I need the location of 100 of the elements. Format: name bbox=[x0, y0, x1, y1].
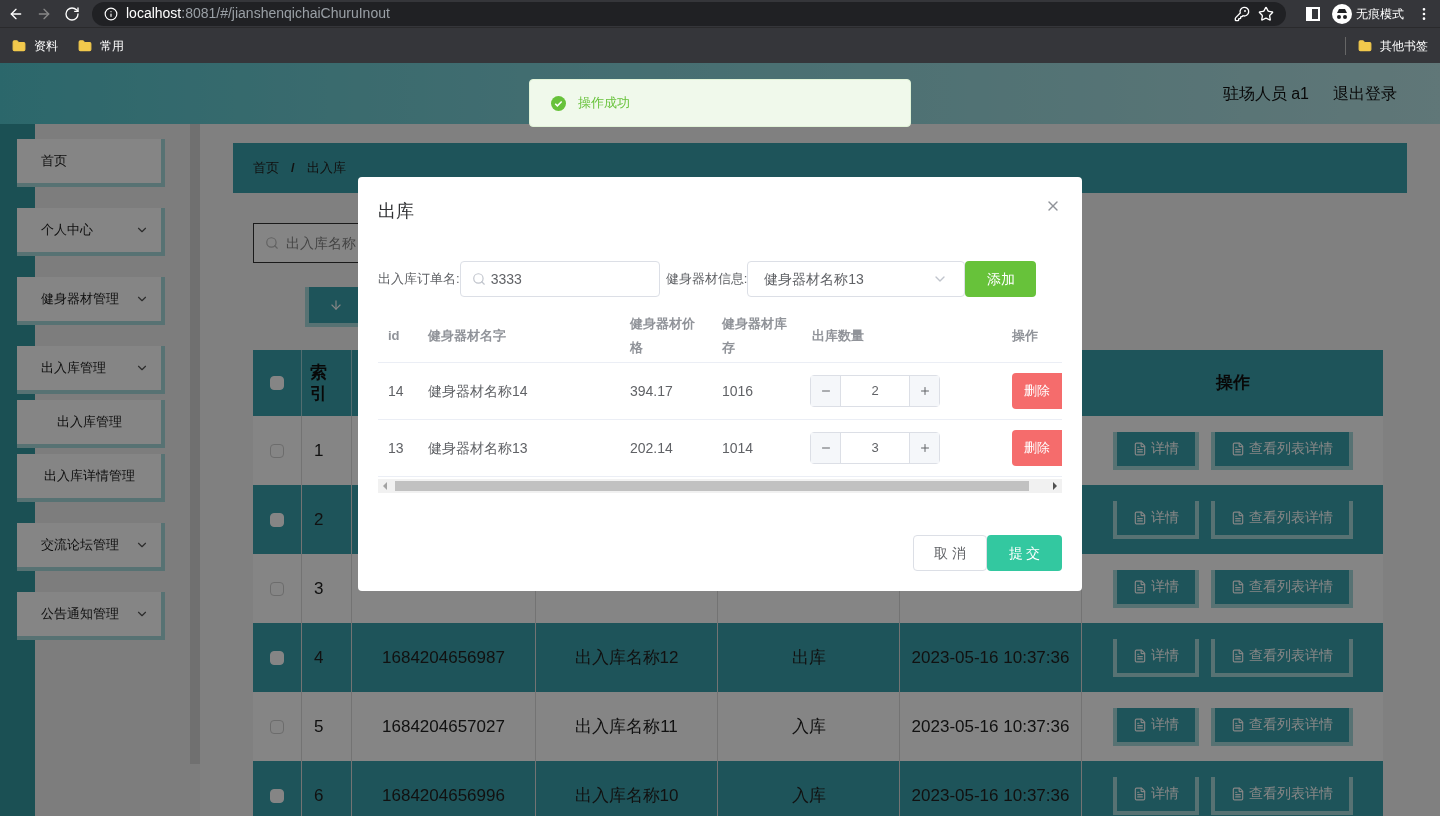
search-icon bbox=[265, 236, 279, 250]
document-icon bbox=[1230, 441, 1245, 456]
star-icon[interactable] bbox=[1258, 5, 1274, 22]
key-icon[interactable] bbox=[1234, 5, 1250, 22]
table-cell-text: 健身器材名称13 bbox=[428, 438, 528, 458]
bookmark[interactable]: 其他书签 bbox=[1345, 36, 1428, 55]
arrow-down-icon bbox=[329, 298, 343, 312]
folder-icon bbox=[1358, 38, 1372, 53]
column-header: 操作 bbox=[1012, 327, 1038, 345]
column-header: id bbox=[388, 327, 400, 345]
submit-button[interactable]: 提 交 bbox=[987, 535, 1062, 571]
column-header: 出库数量 bbox=[812, 327, 864, 345]
action-button[interactable]: 详情 bbox=[1112, 776, 1199, 815]
check-circle-icon bbox=[551, 95, 566, 111]
action-button[interactable]: 查看列表详情 bbox=[1210, 431, 1353, 470]
document-icon bbox=[1132, 786, 1147, 801]
sidebar-item[interactable]: 个人中心 bbox=[17, 208, 165, 256]
table-cell-text: 1016 bbox=[722, 381, 754, 401]
table-cell-text: 13 bbox=[388, 438, 404, 458]
search-icon bbox=[471, 272, 486, 286]
column-header: 健身器材库存 bbox=[722, 315, 788, 357]
action-button[interactable]: 详情 bbox=[1112, 569, 1199, 608]
cancel-button[interactable]: 取 消 bbox=[913, 535, 987, 571]
order-name-field[interactable]: 3333 bbox=[459, 261, 660, 297]
action-button[interactable]: 查看列表详情 bbox=[1210, 776, 1353, 815]
breadcrumb-link[interactable]: 首页 bbox=[253, 158, 279, 178]
table-cell-text: 4 bbox=[314, 646, 324, 669]
table-cell-text: 394.17 bbox=[630, 381, 673, 401]
url-path: :8081/#/jianshenqichaiChuruInout bbox=[181, 4, 390, 23]
document-icon bbox=[1132, 441, 1147, 456]
quantity-stepper[interactable]: 2 bbox=[810, 375, 940, 407]
bookmark[interactable]: 常用 bbox=[78, 36, 124, 55]
document-icon bbox=[1230, 579, 1245, 594]
checkbox[interactable] bbox=[270, 719, 284, 734]
sidebar-item[interactable]: 公告通知管理 bbox=[17, 592, 165, 640]
delete-button[interactable]: 删除 bbox=[1012, 430, 1062, 466]
table-cell-text: 2 bbox=[314, 508, 324, 531]
incognito-label: 无痕模式 bbox=[1356, 5, 1404, 23]
action-button[interactable]: 查看列表详情 bbox=[1210, 707, 1353, 746]
table-cell-text: 1684204657027 bbox=[382, 715, 505, 738]
action-button[interactable]: 查看列表详情 bbox=[1210, 500, 1353, 539]
breadcrumb-current: 出入库 bbox=[306, 159, 346, 178]
table-cell-text: 出入库名称11 bbox=[575, 715, 678, 738]
quantity-stepper[interactable]: 3 bbox=[810, 432, 940, 464]
table-cell-text: 5 bbox=[314, 715, 324, 738]
table-cell-text: 入库 bbox=[791, 715, 826, 738]
action-button[interactable]: 详情 bbox=[1112, 707, 1199, 746]
table-cell-text: 2023-05-16 10:37:36 bbox=[911, 715, 1070, 738]
table-cell-text: 2023-05-16 10:37:36 bbox=[911, 784, 1070, 807]
action-button[interactable]: 详情 bbox=[1112, 431, 1199, 470]
action-button[interactable]: 详情 bbox=[1112, 500, 1199, 539]
plus-icon[interactable] bbox=[918, 442, 931, 454]
table-cell-text: 入库 bbox=[791, 784, 826, 807]
delete-button[interactable]: 删除 bbox=[1012, 373, 1062, 409]
table-cell-text: 1684204656996 bbox=[382, 784, 505, 807]
dialog-title: 出库 bbox=[378, 200, 414, 223]
sidebar-item[interactable]: 交流论坛管理 bbox=[17, 523, 165, 571]
sidebar-item[interactable]: 健身器材管理 bbox=[17, 277, 165, 325]
document-icon bbox=[1132, 648, 1147, 663]
folder-icon bbox=[78, 38, 92, 53]
document-icon bbox=[1230, 786, 1245, 801]
plus-icon[interactable] bbox=[918, 385, 931, 397]
table-cell-text: 2023-05-16 10:37:36 bbox=[911, 646, 1070, 669]
table-cell-text: 3 bbox=[314, 577, 324, 600]
checkbox[interactable] bbox=[270, 581, 284, 596]
submenu-item[interactable]: 出入库详情管理 bbox=[17, 454, 165, 502]
table-cell-text: 1684204656987 bbox=[382, 646, 505, 669]
submenu-item[interactable]: 出入库管理 bbox=[17, 400, 165, 448]
action-button[interactable]: 查看列表详情 bbox=[1210, 638, 1353, 677]
action-button[interactable]: 详情 bbox=[1112, 638, 1199, 677]
table-cell-text: 出入库名称10 bbox=[574, 784, 679, 807]
table-cell-text: 健身器材名称14 bbox=[428, 381, 528, 401]
table-cell-text: 14 bbox=[388, 381, 404, 401]
address-bar[interactable]: localhost:8081/#/jianshenqichaiChuruInout bbox=[92, 1, 1286, 26]
logout-link[interactable]: 退出登录 bbox=[1333, 81, 1397, 106]
column-header: 健身器材名字 bbox=[428, 327, 506, 345]
breadcrumb-separator: / bbox=[291, 159, 295, 178]
sidebar-item[interactable]: 出入库管理 bbox=[17, 346, 165, 394]
reload-icon[interactable] bbox=[64, 5, 80, 22]
field-label: 健身器材信息: bbox=[665, 270, 748, 289]
sidebar-item[interactable]: 首页 bbox=[17, 139, 165, 187]
incognito-icon bbox=[1332, 3, 1352, 24]
add-button[interactable]: 添加 bbox=[965, 261, 1037, 297]
toast-message: 操作成功 bbox=[578, 94, 630, 113]
document-icon bbox=[1132, 510, 1147, 525]
document-icon bbox=[1230, 648, 1245, 663]
info-icon bbox=[104, 6, 118, 21]
table-cell-text: 6 bbox=[314, 784, 324, 807]
table-cell-text: 1014 bbox=[722, 438, 754, 458]
table-cell-text: 202.14 bbox=[630, 438, 673, 458]
document-icon bbox=[1230, 510, 1245, 525]
document-icon bbox=[1230, 717, 1245, 732]
side-panel-icon[interactable] bbox=[1306, 6, 1320, 21]
folder-icon bbox=[12, 38, 26, 53]
checkbox[interactable] bbox=[270, 443, 284, 458]
document-icon bbox=[1132, 717, 1147, 732]
equipment-select[interactable]: 健身器材名称13 bbox=[747, 261, 966, 297]
action-button[interactable]: 查看列表详情 bbox=[1210, 569, 1353, 608]
table-cell-text: 出入库名称12 bbox=[574, 646, 679, 669]
bookmark[interactable]: 资料 bbox=[12, 36, 58, 55]
